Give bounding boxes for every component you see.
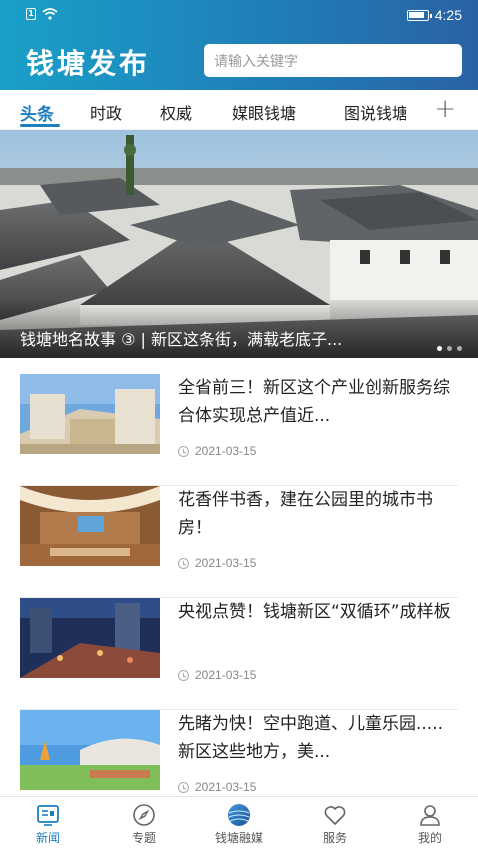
clock-icon [178, 669, 189, 681]
news-date-text: 2021-03-15 [195, 444, 257, 458]
channel-tabs: 头条 时政 权威 媒眼钱塘 图说钱塘 + [0, 90, 478, 130]
news-list-item[interactable]: 花香伴书香，建在公园里的城市书房！ 2021-03-15 [20, 486, 458, 598]
wifi-icon [42, 8, 58, 20]
app-title: 钱塘发布 [26, 47, 151, 80]
battery-icon [406, 9, 432, 21]
news-list-item[interactable]: 全省前三！新区这个产业创新服务综合体实现总产值近... 2021-03-15 [20, 374, 458, 486]
clock-icon [178, 781, 189, 793]
news-date: 2021-03-15 [178, 668, 256, 682]
nav-news[interactable]: 新闻 [0, 797, 96, 850]
news-date-text: 2021-03-15 [195, 556, 257, 570]
search-input[interactable]: 请输入关键字 [204, 44, 462, 77]
nav-label: 钱塘融媒 [214, 831, 263, 845]
news-title: 全省前三！新区这个产业创新服务综合体实现总产值近... [178, 378, 450, 426]
tab-politics[interactable]: 时政 [90, 100, 122, 124]
banner-pagination [437, 346, 462, 351]
user-icon [420, 805, 440, 826]
nav-label: 新闻 [35, 831, 60, 845]
news-date: 2021-03-15 [178, 444, 256, 458]
bottom-nav: 新闻 专题 钱塘融媒 服务 我的 [0, 796, 478, 850]
news-date: 2021-03-15 [178, 780, 256, 794]
status-bar: 1 4:25 [0, 0, 478, 30]
nav-label: 服务 [322, 831, 347, 845]
news-title: 央视点赞！钱塘新区“双循环”成样板 [178, 602, 451, 622]
nav-profile[interactable]: 我的 [382, 797, 478, 850]
nav-qiantang-media[interactable]: 钱塘融媒 [191, 797, 287, 850]
app-header: 1 4:25 钱塘发布 请输入关键字 [0, 0, 478, 90]
nav-services[interactable]: 服务 [287, 797, 383, 850]
pagination-dot [437, 346, 442, 351]
tab-picture-qiantang[interactable]: 图说钱塘 [344, 100, 406, 124]
news-date-text: 2021-03-15 [195, 780, 257, 794]
news-date-text: 2021-03-15 [195, 668, 257, 682]
clock-icon [178, 445, 189, 457]
news-thumbnail [20, 486, 160, 566]
nav-topics[interactable]: 专题 [96, 797, 192, 850]
nav-label: 专题 [131, 831, 156, 845]
pagination-dot [447, 346, 452, 351]
news-date: 2021-03-15 [178, 556, 256, 570]
news-thumbnail [20, 598, 160, 678]
compass-icon [133, 804, 155, 826]
sim-icon: 1 [26, 8, 36, 20]
active-tab-indicator [20, 124, 60, 127]
banner-caption: 钱塘地名故事 ③ | 新区这条街，满载老底子... [20, 330, 343, 349]
news-list-item[interactable]: 央视点赞！钱塘新区“双循环”成样板 2021-03-15 [20, 598, 458, 710]
news-icon [37, 805, 59, 826]
add-channel-icon[interactable]: + [434, 94, 456, 124]
clock-icon [178, 557, 189, 569]
heart-icon [324, 806, 346, 825]
nav-label: 我的 [417, 831, 442, 845]
headline-banner[interactable]: 钱塘地名故事 ③ | 新区这条街，满载老底子... [0, 130, 478, 358]
pagination-dot [457, 346, 462, 351]
globe-logo-icon [228, 804, 250, 826]
tab-headline[interactable]: 头条 [20, 100, 54, 125]
news-thumbnail [20, 374, 160, 454]
news-title: 花香伴书香，建在公园里的城市书房！ [178, 490, 433, 538]
tab-authority[interactable]: 权威 [160, 100, 192, 124]
news-title: 先睹为快！空中跑道、儿童乐园.....新区这些地方，美... [178, 714, 444, 762]
tab-media-qiantang[interactable]: 媒眼钱塘 [232, 100, 296, 124]
search-placeholder: 请输入关键字 [214, 53, 298, 70]
news-thumbnail [20, 710, 160, 790]
status-time: 4:25 [434, 7, 462, 23]
